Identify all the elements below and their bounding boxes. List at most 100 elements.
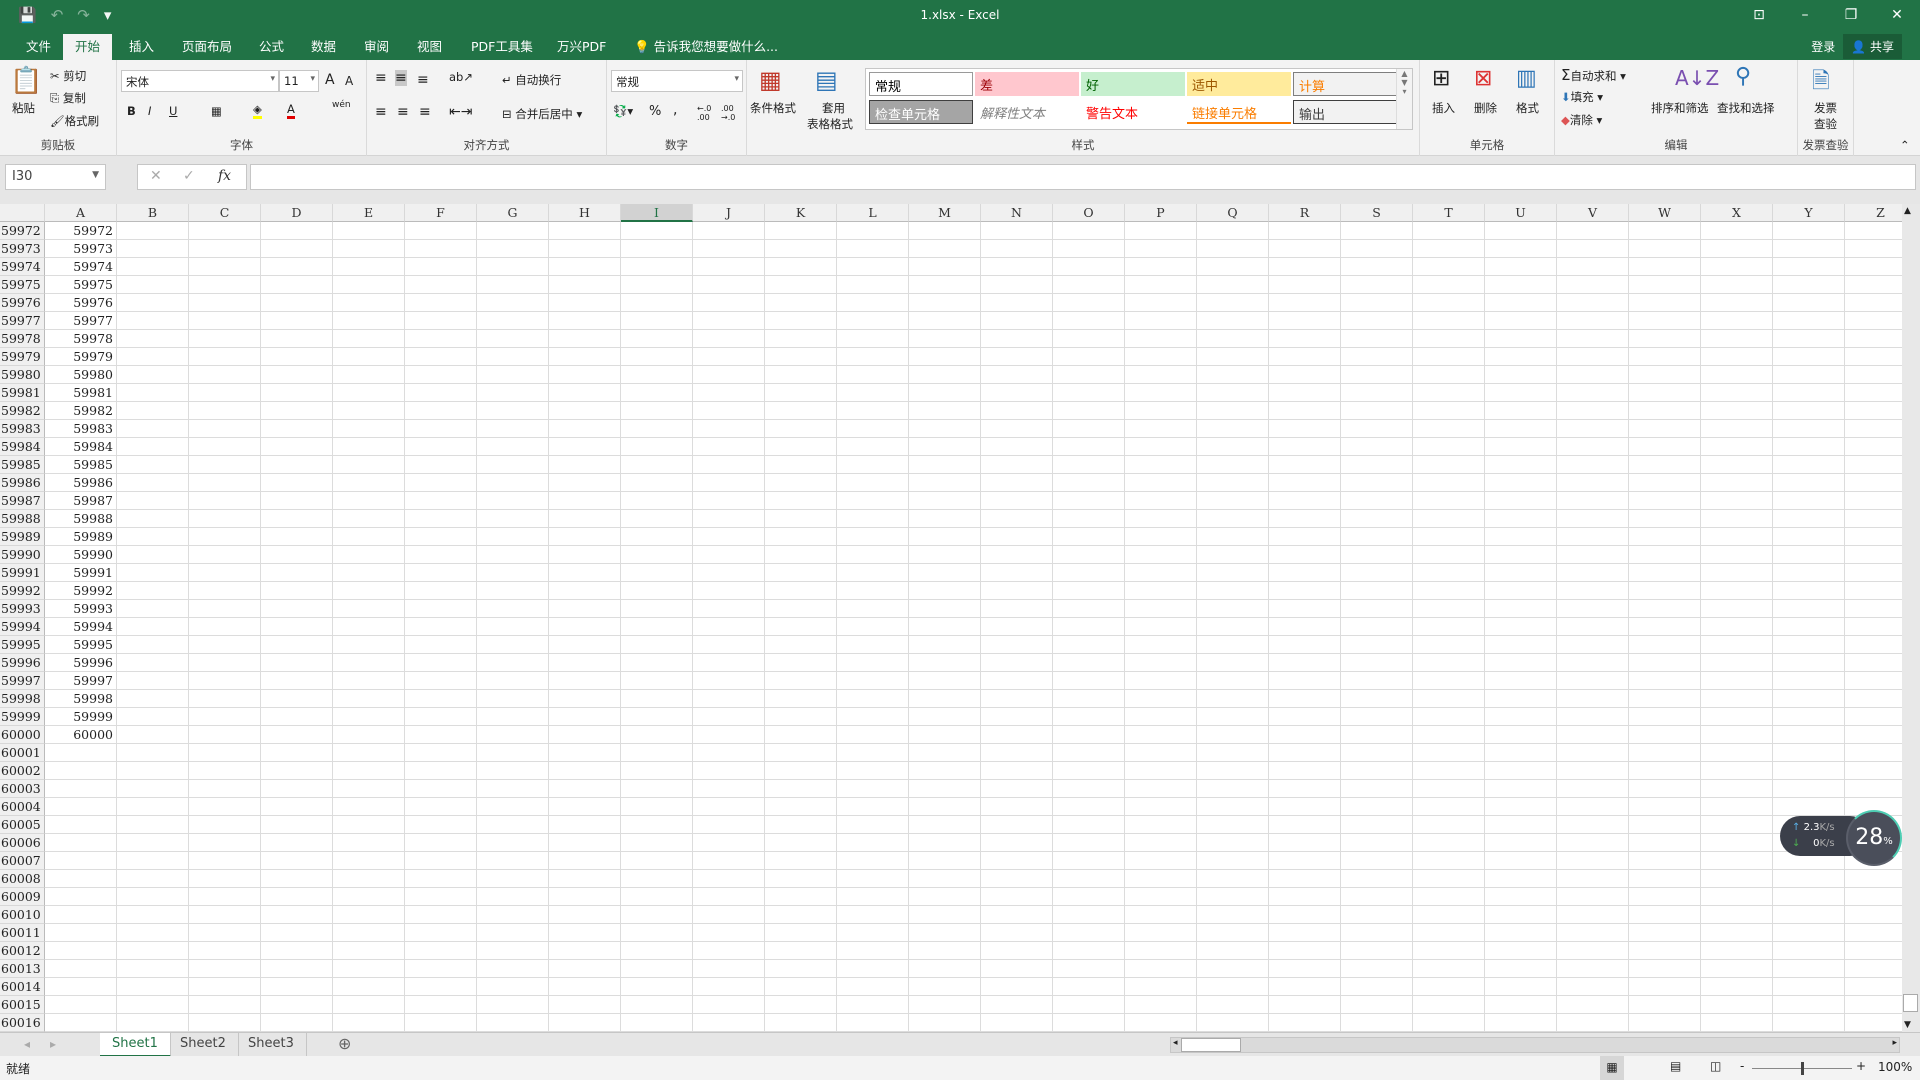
cell-H60012[interactable] bbox=[549, 942, 621, 960]
cell-Y59993[interactable] bbox=[1773, 600, 1845, 618]
cell-T60014[interactable] bbox=[1413, 978, 1485, 996]
cell-I59990[interactable] bbox=[621, 546, 693, 564]
cell-D59988[interactable] bbox=[261, 510, 333, 528]
cell-C59997[interactable] bbox=[189, 672, 261, 690]
cell-M59991[interactable] bbox=[909, 564, 981, 582]
cell-S59976[interactable] bbox=[1341, 294, 1413, 312]
format-cells-icon[interactable]: ▥ bbox=[1516, 66, 1537, 91]
cell-X60016[interactable] bbox=[1701, 1014, 1773, 1032]
column-header-N[interactable]: N bbox=[981, 204, 1053, 222]
invoice-check-button[interactable]: 发票 bbox=[1814, 100, 1837, 116]
cell-F60015[interactable] bbox=[405, 996, 477, 1014]
cell-style-1[interactable]: 差 bbox=[975, 72, 1079, 96]
cancel-icon[interactable]: ✕ bbox=[150, 168, 162, 184]
cell-G59999[interactable] bbox=[477, 708, 549, 726]
cell-G59983[interactable] bbox=[477, 420, 549, 438]
row-header[interactable]: 59995 bbox=[0, 636, 45, 654]
cell-P59989[interactable] bbox=[1125, 528, 1197, 546]
cell-Z60016[interactable] bbox=[1845, 1014, 1902, 1032]
cell-R60002[interactable] bbox=[1269, 762, 1341, 780]
cell-B59986[interactable] bbox=[117, 474, 189, 492]
cell-N59992[interactable] bbox=[981, 582, 1053, 600]
cell-D59980[interactable] bbox=[261, 366, 333, 384]
cell-Z60003[interactable] bbox=[1845, 780, 1902, 798]
cell-N59994[interactable] bbox=[981, 618, 1053, 636]
tab-wondershare-pdf[interactable]: 万兴PDF bbox=[545, 34, 618, 60]
cell-P59993[interactable] bbox=[1125, 600, 1197, 618]
cell-C59978[interactable] bbox=[189, 330, 261, 348]
cell-D59984[interactable] bbox=[261, 438, 333, 456]
cell-O60012[interactable] bbox=[1053, 942, 1125, 960]
cell-H59984[interactable] bbox=[549, 438, 621, 456]
cell-B59979[interactable] bbox=[117, 348, 189, 366]
cell-L60004[interactable] bbox=[837, 798, 909, 816]
cell-P59986[interactable] bbox=[1125, 474, 1197, 492]
cell-T59993[interactable] bbox=[1413, 600, 1485, 618]
page-break-view-icon[interactable]: ◫ bbox=[1710, 1059, 1721, 1073]
cell-N59973[interactable] bbox=[981, 240, 1053, 258]
cell-H60007[interactable] bbox=[549, 852, 621, 870]
cell-M59984[interactable] bbox=[909, 438, 981, 456]
cell-I59987[interactable] bbox=[621, 492, 693, 510]
cell-T59998[interactable] bbox=[1413, 690, 1485, 708]
cell-S60010[interactable] bbox=[1341, 906, 1413, 924]
cell-F59977[interactable] bbox=[405, 312, 477, 330]
cell-K59992[interactable] bbox=[765, 582, 837, 600]
cell-I59992[interactable] bbox=[621, 582, 693, 600]
cell-I60005[interactable] bbox=[621, 816, 693, 834]
clear-button[interactable]: ◆清除 ▾ bbox=[1561, 112, 1602, 128]
cell-O60003[interactable] bbox=[1053, 780, 1125, 798]
cell-X59996[interactable] bbox=[1701, 654, 1773, 672]
cell-M59977[interactable] bbox=[909, 312, 981, 330]
cell-I59999[interactable] bbox=[621, 708, 693, 726]
cell-U59976[interactable] bbox=[1485, 294, 1557, 312]
cell-A59987[interactable]: 59987 bbox=[45, 492, 117, 510]
cell-J59999[interactable] bbox=[693, 708, 765, 726]
cell-K59982[interactable] bbox=[765, 402, 837, 420]
cell-J59997[interactable] bbox=[693, 672, 765, 690]
cell-W60002[interactable] bbox=[1629, 762, 1701, 780]
cell-M59993[interactable] bbox=[909, 600, 981, 618]
cell-R59999[interactable] bbox=[1269, 708, 1341, 726]
cell-S59974[interactable] bbox=[1341, 258, 1413, 276]
cell-I59978[interactable] bbox=[621, 330, 693, 348]
cell-C59981[interactable] bbox=[189, 384, 261, 402]
cell-O60010[interactable] bbox=[1053, 906, 1125, 924]
cell-X60012[interactable] bbox=[1701, 942, 1773, 960]
cell-X59982[interactable] bbox=[1701, 402, 1773, 420]
cell-L59995[interactable] bbox=[837, 636, 909, 654]
cell-K60000[interactable] bbox=[765, 726, 837, 744]
insert-function-icon[interactable]: fx bbox=[218, 168, 231, 184]
cell-X60011[interactable] bbox=[1701, 924, 1773, 942]
cell-T59972[interactable] bbox=[1413, 222, 1485, 240]
cell-Z59981[interactable] bbox=[1845, 384, 1902, 402]
grow-font-button[interactable]: A bbox=[325, 72, 335, 88]
cell-style-5[interactable]: 检查单元格 bbox=[869, 100, 973, 124]
cell-E59992[interactable] bbox=[333, 582, 405, 600]
column-header-F[interactable]: F bbox=[405, 204, 477, 222]
cell-B59987[interactable] bbox=[117, 492, 189, 510]
sort-filter-icon[interactable]: A↓Z bbox=[1675, 66, 1719, 90]
cell-S60007[interactable] bbox=[1341, 852, 1413, 870]
cell-C59973[interactable] bbox=[189, 240, 261, 258]
cell-W59974[interactable] bbox=[1629, 258, 1701, 276]
cell-K60005[interactable] bbox=[765, 816, 837, 834]
cell-W59998[interactable] bbox=[1629, 690, 1701, 708]
cell-P60015[interactable] bbox=[1125, 996, 1197, 1014]
cell-N59995[interactable] bbox=[981, 636, 1053, 654]
cell-B59983[interactable] bbox=[117, 420, 189, 438]
cell-Z59985[interactable] bbox=[1845, 456, 1902, 474]
network-speed-widget[interactable]: ↑ 2.3K/s ↓ 0K/s 28% bbox=[1780, 810, 1905, 866]
align-center-icon[interactable]: ≡ bbox=[397, 104, 409, 120]
cell-I59975[interactable] bbox=[621, 276, 693, 294]
cell-K59974[interactable] bbox=[765, 258, 837, 276]
cell-H59973[interactable] bbox=[549, 240, 621, 258]
cell-Z60012[interactable] bbox=[1845, 942, 1902, 960]
cell-D60011[interactable] bbox=[261, 924, 333, 942]
cell-Z59983[interactable] bbox=[1845, 420, 1902, 438]
cell-F60010[interactable] bbox=[405, 906, 477, 924]
cell-X59978[interactable] bbox=[1701, 330, 1773, 348]
cell-L59992[interactable] bbox=[837, 582, 909, 600]
cell-G59993[interactable] bbox=[477, 600, 549, 618]
cell-D60015[interactable] bbox=[261, 996, 333, 1014]
